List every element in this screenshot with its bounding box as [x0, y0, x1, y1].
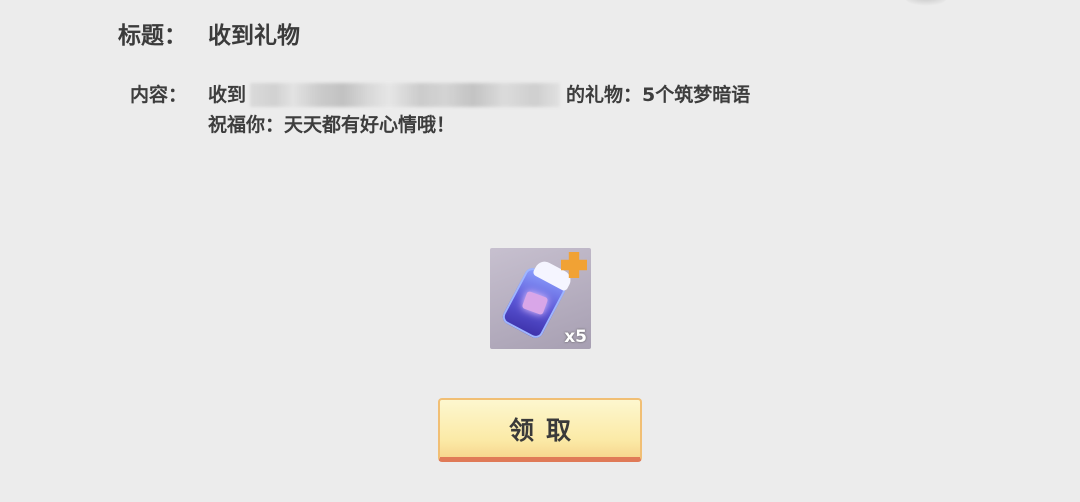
content-label: 内容：	[130, 84, 188, 106]
mail-title-row: 标题： 收到礼物	[118, 16, 300, 50]
sender-name-redacted	[250, 83, 561, 107]
content-suffix: 的礼物：5个筑梦暗语	[566, 84, 751, 106]
mail-content: 内容： 收到 的礼物：5个筑梦暗语 祝福你：天天都有好心情哦！	[130, 80, 750, 140]
gift-quantity: x5	[564, 327, 587, 347]
title-label: 标题：	[118, 23, 187, 49]
top-corner-shadow	[900, 0, 952, 6]
content-blessing: 祝福你：天天都有好心情哦！	[208, 114, 456, 136]
gift-item-slot[interactable]: x5	[490, 248, 591, 349]
content-line-2: 祝福你：天天都有好心情哦！	[130, 110, 750, 140]
title-value: 收到礼物	[208, 23, 300, 49]
content-line-1: 内容： 收到 的礼物：5个筑梦暗语	[130, 80, 750, 110]
content-prefix: 收到	[208, 84, 247, 106]
claim-button-label: 领取	[508, 415, 583, 445]
claim-button[interactable]: 领取	[438, 398, 642, 462]
